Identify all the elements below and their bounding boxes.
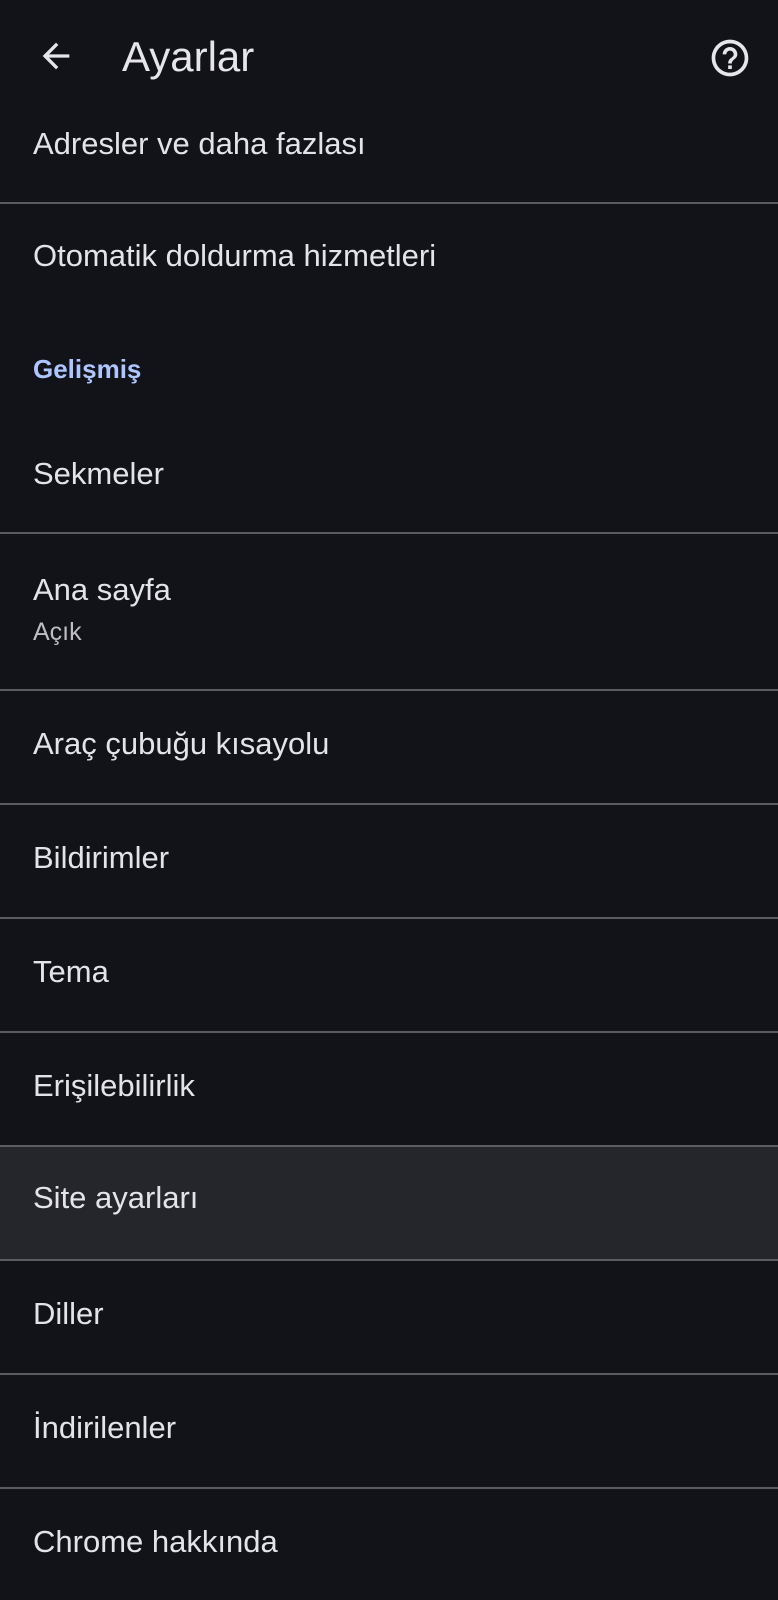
settings-item-label: Araç çubuğu kısayolu [33,726,330,761]
settings-item-downloads[interactable]: İndirilenler [0,1410,778,1446]
back-button[interactable] [34,34,78,78]
settings-item-accessibility[interactable]: Erişilebilirlik [0,1068,778,1104]
settings-item-autofill-services[interactable]: Otomatik doldurma hizmetleri [0,238,778,274]
settings-item-label: Diller [33,1296,104,1331]
settings-item-label: Adresler ve daha fazlası [33,126,366,161]
settings-item-languages[interactable]: Diller [0,1296,778,1332]
help-circle-icon [711,39,749,77]
settings-item-label: Chrome hakkında [33,1524,278,1559]
settings-item-notifications[interactable]: Bildirimler [0,840,778,876]
divider [0,1259,778,1261]
settings-item-label: Tema [33,954,109,989]
divider [0,1487,778,1489]
settings-item-toolbar-shortcut[interactable]: Araç çubuğu kısayolu [0,726,778,762]
settings-item-addresses[interactable]: Adresler ve daha fazlası [0,126,778,162]
divider [0,689,778,691]
settings-item-sublabel: Açık [33,618,82,646]
settings-item-about-chrome[interactable]: Chrome hakkında [0,1524,778,1560]
app-bar: Ayarlar [0,0,778,116]
divider [0,1031,778,1033]
help-button[interactable] [706,34,754,82]
settings-item-tabs[interactable]: Sekmeler [0,456,778,492]
divider [0,1373,778,1375]
settings-item-homepage[interactable]: Ana sayfa Açık [0,572,778,647]
settings-item-label: Ana sayfa [33,572,171,607]
section-header-advanced: Gelişmiş [33,354,142,384]
settings-item-site-settings[interactable]: Site ayarları [0,1147,778,1259]
arrow-back-icon [42,42,70,70]
settings-item-theme[interactable]: Tema [0,954,778,990]
divider [0,917,778,919]
settings-item-label: Sekmeler [33,456,164,491]
settings-item-label: Bildirimler [33,840,170,875]
page-title: Ayarlar [122,33,255,80]
divider [0,532,778,534]
settings-item-label: Otomatik doldurma hizmetleri [33,238,437,273]
settings-item-label: Site ayarları [33,1180,199,1215]
settings-item-label: İndirilenler [33,1410,177,1445]
divider [0,202,778,204]
divider [0,803,778,805]
settings-item-label: Erişilebilirlik [33,1068,195,1103]
